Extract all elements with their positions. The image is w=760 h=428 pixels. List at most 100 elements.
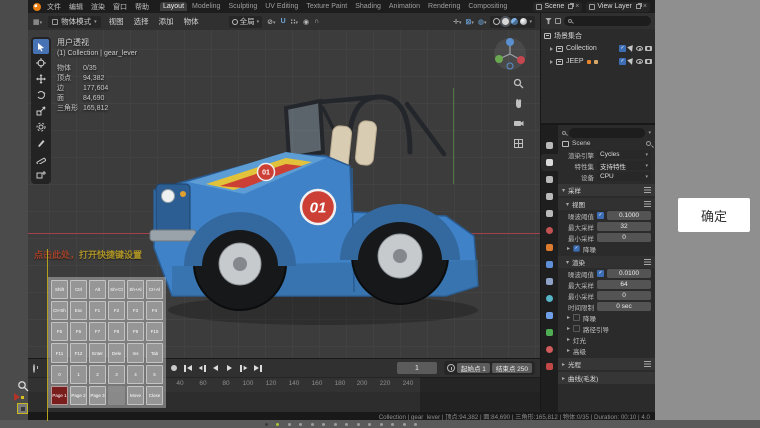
- key-move[interactable]: Move: [127, 386, 144, 405]
- render-visibility-icon[interactable]: [645, 46, 652, 51]
- chevron-down-icon[interactable]: ▾: [648, 130, 651, 136]
- jump-start-button[interactable]: [182, 363, 193, 374]
- checkbox-icon[interactable]: ✓: [619, 58, 626, 65]
- scene-selector[interactable]: Scene ×: [533, 2, 582, 12]
- jeep-model[interactable]: 01 01: [148, 88, 480, 358]
- filter-icon[interactable]: [545, 18, 552, 25]
- preset-icon[interactable]: [644, 187, 651, 193]
- key-f1[interactable]: F1: [89, 301, 106, 320]
- panel-advanced[interactable]: ▸高级: [558, 345, 655, 356]
- tab-output[interactable]: [541, 171, 558, 188]
- key-f6[interactable]: F6: [70, 322, 87, 341]
- window-overlay-icon[interactable]: [17, 403, 28, 414]
- orientation-dropdown[interactable]: 全局 ▾: [229, 16, 263, 28]
- add-cube-tool[interactable]: [33, 167, 49, 182]
- menu-render[interactable]: 渲染: [89, 2, 107, 12]
- shortcut-hint[interactable]: 点击此处，打开快捷键设置: [34, 248, 142, 261]
- persp-ortho-icon[interactable]: [513, 138, 524, 151]
- panel-light-paths[interactable]: ▸光程: [558, 358, 655, 370]
- panel-sampling[interactable]: ▾采样: [558, 184, 655, 196]
- key-page3[interactable]: Page 3: [89, 386, 106, 405]
- page-dot[interactable]: [414, 423, 417, 426]
- page-dot[interactable]: [334, 423, 337, 426]
- new-scene-icon[interactable]: [568, 4, 573, 9]
- min-samples-field[interactable]: 0: [597, 291, 651, 300]
- menu-add[interactable]: 添加: [157, 16, 176, 27]
- featureset-dropdown[interactable]: 支持特性▾: [597, 161, 651, 170]
- selectable-icon[interactable]: [627, 58, 635, 66]
- max-samples-field[interactable]: 64: [597, 280, 651, 289]
- tab-world[interactable]: [541, 222, 558, 239]
- tab-uv-editing[interactable]: UV Editing: [262, 2, 301, 11]
- noise-threshold-field[interactable]: 0.0100: [607, 269, 651, 278]
- play-overlay-icon[interactable]: [14, 393, 24, 401]
- eye-icon[interactable]: [636, 46, 643, 51]
- editor-type-icon[interactable]: ▦▾: [33, 18, 42, 26]
- time-limit-field[interactable]: 0 sec: [597, 302, 651, 311]
- zoom-icon[interactable]: [513, 78, 524, 91]
- tab-physics[interactable]: [541, 290, 558, 307]
- display-mode-icon[interactable]: [555, 18, 561, 24]
- overlays-icon[interactable]: ⊠▾: [465, 18, 473, 26]
- tab-material[interactable]: [541, 341, 558, 358]
- outliner-row-collection[interactable]: Collection ✓: [541, 42, 655, 55]
- tab-sculpting[interactable]: Sculpting: [225, 2, 260, 11]
- tab-modifiers[interactable]: [541, 256, 558, 273]
- engine-dropdown[interactable]: Cycles▾: [597, 150, 651, 159]
- key-3[interactable]: 3: [108, 365, 125, 384]
- tab-scene[interactable]: [541, 205, 558, 222]
- tab-animation[interactable]: Animation: [386, 2, 423, 11]
- menu-select[interactable]: 选择: [132, 16, 151, 27]
- tab-render[interactable]: [541, 154, 558, 171]
- menu-edit[interactable]: 编辑: [67, 2, 85, 12]
- device-dropdown[interactable]: CPU▾: [597, 172, 651, 181]
- key-insert[interactable]: Ins: [127, 343, 144, 362]
- wireframe-shading-icon[interactable]: [493, 18, 500, 25]
- checkbox-icon[interactable]: ✓: [619, 45, 626, 52]
- page-dot[interactable]: [391, 423, 394, 426]
- key-f4[interactable]: F4: [146, 301, 163, 320]
- blender-logo-icon[interactable]: [33, 3, 41, 11]
- select-box-tool[interactable]: [33, 39, 49, 54]
- snap-magnet-icon[interactable]: U: [281, 18, 286, 25]
- render-visibility-icon[interactable]: [645, 59, 652, 64]
- tab-texture-paint[interactable]: Texture Paint: [303, 2, 350, 11]
- key-page2[interactable]: Page 2: [70, 386, 87, 405]
- key-f5[interactable]: F5: [51, 322, 68, 341]
- nav-gizmo[interactable]: [492, 36, 528, 74]
- next-keyframe-button[interactable]: [238, 363, 249, 374]
- min-samples-field[interactable]: 0: [597, 233, 651, 242]
- key-0[interactable]: 0: [51, 365, 68, 384]
- solid-shading-icon[interactable]: [502, 18, 509, 25]
- key-tab[interactable]: Tab: [146, 343, 163, 362]
- key-enter[interactable]: Enter: [89, 343, 106, 362]
- selectable-icon[interactable]: [627, 45, 635, 53]
- annotate-tool[interactable]: [33, 135, 49, 150]
- pan-hand-icon[interactable]: [513, 98, 524, 111]
- menu-help[interactable]: 帮助: [133, 2, 151, 12]
- key-ctrl[interactable]: Ctrl: [70, 280, 87, 299]
- key-f7[interactable]: F7: [89, 322, 106, 341]
- key-f10[interactable]: F10: [146, 322, 163, 341]
- tab-modeling[interactable]: Modeling: [189, 2, 223, 11]
- key-5[interactable]: 5: [146, 365, 163, 384]
- outliner-row-scene-collection[interactable]: 场景集合: [541, 29, 655, 42]
- cursor-tool[interactable]: [33, 55, 49, 70]
- rotate-tool[interactable]: [33, 87, 49, 102]
- tab-constraints[interactable]: [541, 307, 558, 324]
- key-f9[interactable]: F9: [127, 322, 144, 341]
- scale-tool[interactable]: [33, 103, 49, 118]
- measure-tool[interactable]: [33, 151, 49, 166]
- page-dot-active[interactable]: [276, 423, 279, 426]
- key-delete[interactable]: Dele: [108, 343, 125, 362]
- key-f12[interactable]: F12: [70, 343, 87, 362]
- pin-icon[interactable]: [646, 141, 651, 146]
- key-f8[interactable]: F8: [108, 322, 125, 341]
- timeline-editor-icon[interactable]: [33, 365, 35, 372]
- proportional-edit-icon[interactable]: ◉: [303, 18, 309, 26]
- key-shift-ctrl[interactable]: Sh+Ct: [108, 280, 125, 299]
- page-dot[interactable]: [357, 423, 360, 426]
- tab-rendering[interactable]: Rendering: [425, 2, 463, 11]
- view-layer-selector[interactable]: View Layer ×: [586, 2, 650, 12]
- rendered-shading-icon[interactable]: [520, 18, 527, 25]
